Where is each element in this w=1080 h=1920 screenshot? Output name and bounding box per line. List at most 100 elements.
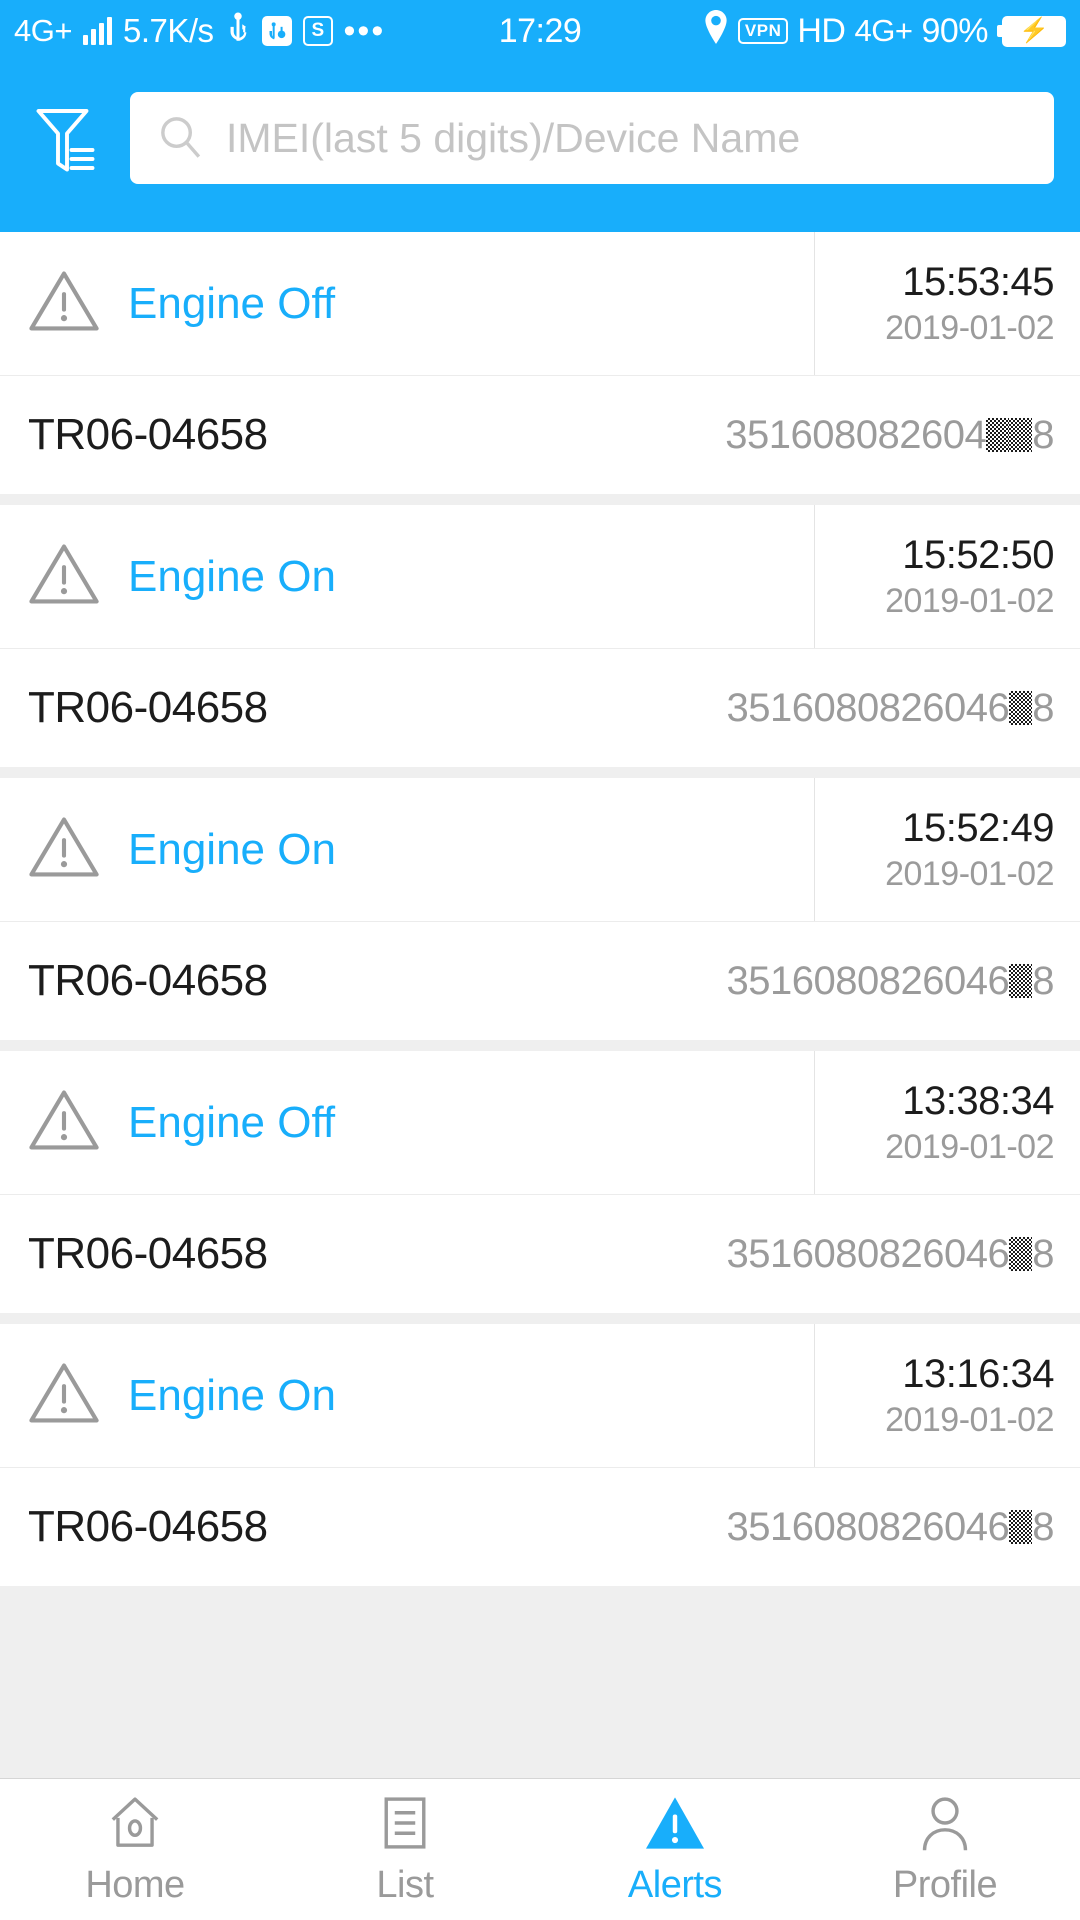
tab-label: List bbox=[376, 1864, 434, 1906]
alert-card[interactable]: Engine Off 13:38:34 2019-01-02 TR06-04658 35… bbox=[0, 1051, 1080, 1313]
alert-time: 13:38:34 bbox=[902, 1078, 1054, 1123]
s-app-icon: S bbox=[302, 16, 333, 46]
device-imei: 351608082604 8 bbox=[725, 413, 1054, 458]
alert-type-label: Engine Off bbox=[128, 278, 336, 328]
more-icon: ••• bbox=[343, 11, 386, 50]
tab-label: Profile bbox=[892, 1864, 998, 1906]
home-icon bbox=[106, 1792, 164, 1854]
alert-time: 15:53:45 bbox=[902, 259, 1054, 304]
alert-card[interactable]: Engine On 15:52:50 2019-01-02 TR06-04658 351… bbox=[0, 505, 1080, 767]
alerts-list[interactable]: Engine Off 15:53:45 2019-01-02 TR06-04658 35… bbox=[0, 232, 1080, 1778]
alert-card-header: Engine Off 13:38:34 2019-01-02 bbox=[0, 1051, 1080, 1195]
imei-prefix: 351608082604 bbox=[725, 412, 987, 457]
imei-suffix: 8 bbox=[1032, 1504, 1054, 1549]
alert-date: 2019-01-02 bbox=[885, 854, 1054, 893]
alert-timestamp-cell: 13:16:34 2019-01-02 bbox=[815, 1324, 1080, 1467]
device-imei: 3516080826046 8 bbox=[727, 1231, 1055, 1277]
filter-funnel-icon[interactable] bbox=[34, 102, 100, 174]
redacted-digit bbox=[1009, 418, 1033, 452]
tab-profile[interactable]: Profile bbox=[810, 1779, 1080, 1920]
usb-icon bbox=[225, 12, 251, 50]
warning-triangle-icon bbox=[28, 1360, 100, 1431]
network-type-right-label: 4G+ bbox=[854, 13, 913, 48]
tab-home[interactable]: Home bbox=[0, 1779, 270, 1920]
search-icon bbox=[156, 112, 204, 165]
signal-bars-icon bbox=[82, 17, 112, 45]
imei-prefix: 3516080826046 bbox=[726, 1504, 1010, 1549]
search-header: IMEI(last 5 digits)/Device Name bbox=[0, 62, 1080, 232]
alert-card[interactable]: Engine Off 15:53:45 2019-01-02 TR06-04658 35… bbox=[0, 232, 1080, 494]
warning-triangle-icon bbox=[28, 541, 100, 612]
alert-device-row: TR06-04658 351608082604 8 bbox=[0, 376, 1080, 494]
tab-label: Home bbox=[85, 1864, 185, 1906]
alert-card-header: Engine On 13:16:34 2019-01-02 bbox=[0, 1324, 1080, 1468]
alert-type-cell: Engine Off bbox=[0, 232, 815, 375]
alert-type-label: Engine On bbox=[128, 551, 336, 601]
battery-charging-icon: ⚡ bbox=[997, 15, 1066, 47]
imei-prefix: 3516080826046 bbox=[726, 685, 1010, 730]
alert-card-header: Engine On 15:52:49 2019-01-02 bbox=[0, 778, 1080, 922]
vpn-badge: VPN bbox=[737, 18, 789, 44]
alert-triangle-filled-icon bbox=[644, 1792, 706, 1854]
device-name: TR06-04658 bbox=[28, 1502, 268, 1551]
alert-timestamp-cell: 15:52:49 2019-01-02 bbox=[815, 778, 1080, 921]
alert-time: 15:52:49 bbox=[902, 805, 1054, 850]
redacted-digit bbox=[1009, 1510, 1033, 1544]
alert-device-row: TR06-04658 3516080826046 8 bbox=[0, 1468, 1080, 1586]
alert-card[interactable]: Engine On 15:52:49 2019-01-02 TR06-04658 351… bbox=[0, 778, 1080, 1040]
redacted-digit bbox=[1009, 964, 1033, 998]
alert-card[interactable]: Engine On 13:16:34 2019-01-02 TR06-04658 351… bbox=[0, 1324, 1080, 1586]
status-bar: 4G+ 5.7K/s S ••• 17:29 VPN HD 4G+ 90% ⚡ bbox=[0, 0, 1080, 62]
status-bar-right: VPN HD 4G+ 90% ⚡ bbox=[703, 10, 1066, 52]
tab-alerts[interactable]: Alerts bbox=[540, 1779, 810, 1920]
alert-device-row: TR06-04658 3516080826046 8 bbox=[0, 922, 1080, 1040]
device-name: TR06-04658 bbox=[28, 956, 268, 1005]
alert-date: 2019-01-02 bbox=[885, 1127, 1054, 1166]
alert-device-row: TR06-04658 3516080826046 8 bbox=[0, 649, 1080, 767]
usb-debug-icon bbox=[261, 16, 292, 46]
status-bar-left: 4G+ 5.7K/s S ••• bbox=[14, 12, 385, 50]
device-imei: 3516080826046 8 bbox=[726, 685, 1055, 731]
battery-percent-label: 90% bbox=[921, 11, 988, 50]
data-speed-label: 5.7K/s bbox=[122, 12, 214, 49]
list-icon bbox=[378, 1792, 432, 1854]
search-placeholder: IMEI(last 5 digits)/Device Name bbox=[226, 114, 801, 161]
imei-suffix: 8 bbox=[1032, 1231, 1054, 1276]
alert-time: 13:16:34 bbox=[902, 1351, 1054, 1396]
imei-prefix: 3516080826046 bbox=[726, 958, 1010, 1003]
device-imei: 3516080826046 8 bbox=[726, 958, 1055, 1004]
warning-triangle-icon bbox=[28, 1087, 100, 1158]
device-name: TR06-04658 bbox=[28, 410, 268, 459]
alert-type-label: Engine Off bbox=[128, 1097, 336, 1147]
alert-card-header: Engine Off 15:53:45 2019-01-02 bbox=[0, 232, 1080, 376]
alert-card-header: Engine On 15:52:50 2019-01-02 bbox=[0, 505, 1080, 649]
alert-timestamp-cell: 15:53:45 2019-01-02 bbox=[815, 232, 1080, 375]
redacted-digit bbox=[1009, 691, 1033, 725]
hd-label: HD bbox=[797, 11, 846, 50]
imei-suffix: 8 bbox=[1032, 958, 1054, 1003]
alert-type-cell: Engine On bbox=[0, 1324, 815, 1467]
redacted-digit bbox=[1009, 1237, 1033, 1271]
alert-date: 2019-01-02 bbox=[885, 581, 1054, 620]
alert-date: 2019-01-02 bbox=[885, 308, 1054, 347]
warning-triangle-icon bbox=[28, 268, 100, 339]
alert-type-label: Engine On bbox=[128, 1370, 336, 1420]
alert-type-cell: Engine Off bbox=[0, 1051, 815, 1194]
bottom-tab-bar: Home List Alerts Profile bbox=[0, 1778, 1080, 1920]
tab-label: Alerts bbox=[627, 1864, 723, 1906]
person-icon bbox=[917, 1792, 973, 1854]
imei-suffix: 8 bbox=[1032, 685, 1054, 730]
alert-time: 15:52:50 bbox=[902, 532, 1054, 577]
network-type-label: 4G+ bbox=[14, 13, 72, 48]
alert-type-label: Engine On bbox=[128, 824, 336, 874]
device-imei: 3516080826046 8 bbox=[726, 1504, 1055, 1550]
redacted-digit bbox=[986, 418, 1010, 452]
warning-triangle-icon bbox=[28, 814, 100, 885]
device-name: TR06-04658 bbox=[28, 683, 268, 732]
search-input[interactable]: IMEI(last 5 digits)/Device Name bbox=[130, 92, 1054, 184]
alert-timestamp-cell: 15:52:50 2019-01-02 bbox=[815, 505, 1080, 648]
imei-suffix: 8 bbox=[1032, 412, 1054, 457]
app-root: 4G+ 5.7K/s S ••• 17:29 VPN HD 4G+ 90% ⚡ bbox=[0, 0, 1080, 1920]
tab-list[interactable]: List bbox=[270, 1779, 540, 1920]
alert-device-row: TR06-04658 3516080826046 8 bbox=[0, 1195, 1080, 1313]
